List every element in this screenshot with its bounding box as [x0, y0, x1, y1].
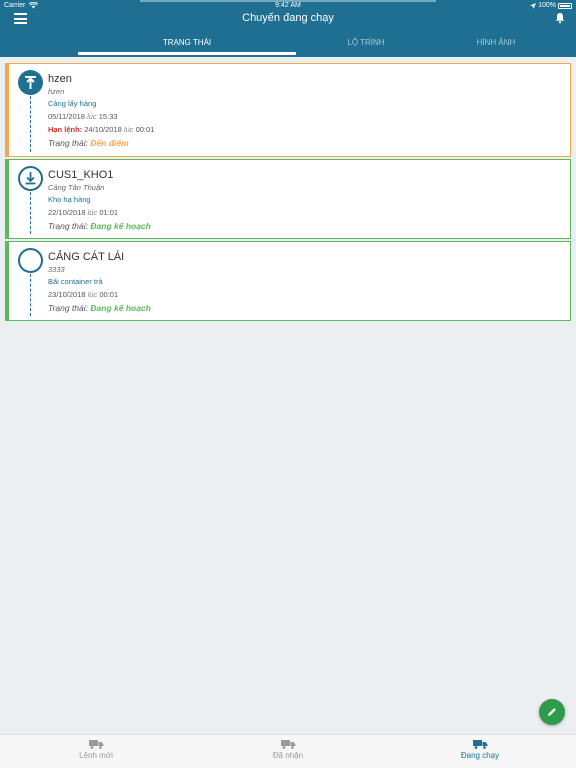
- truck-icon: [88, 740, 103, 749]
- tab-hinh-anh[interactable]: HÌNH ẢNH: [436, 32, 556, 57]
- truck-icon: [472, 740, 487, 749]
- stop-time: 15:33: [98, 112, 118, 121]
- clock: 9:42 AM: [275, 2, 301, 9]
- nav-da-nhan[interactable]: Đã nhận: [192, 735, 384, 768]
- stop-card[interactable]: hzen hzen Cảng lấy hàng 05/11/2018 lúc 1…: [5, 63, 571, 157]
- stop-name: CUS1_KHO1: [48, 169, 114, 181]
- stop-place: Kho hạ hàng: [48, 195, 91, 204]
- status-label: Trạng thái:: [48, 138, 89, 148]
- route-dashed-line: [30, 96, 31, 152]
- deadline-date: 24/10/2018: [84, 125, 122, 134]
- card-accent-bar: [5, 159, 9, 239]
- truck-icon: [280, 740, 295, 749]
- stop-place: Bãi container trả: [48, 277, 103, 286]
- edit-button[interactable]: [539, 699, 565, 725]
- stop-deadline: Hạn lệnh: 24/10/2018 lúc 00:01: [48, 125, 564, 134]
- status-value: Đang kế hoạch: [90, 221, 151, 231]
- stop-subtitle: Cảng Tân Thuận: [48, 183, 105, 192]
- status-label: Trạng thái:: [48, 221, 89, 231]
- stop-subtitle: 3333: [48, 265, 65, 274]
- card-accent-bar: [5, 241, 9, 321]
- stop-datetime: 22/10/2018 lúc 01:01: [48, 208, 564, 217]
- status-bar: Carrier 9:42 AM 100%: [0, 0, 576, 12]
- status-value: Đang kế hoạch: [90, 303, 151, 313]
- deadline-time-word: lúc: [123, 125, 134, 134]
- stop-list: hzen hzen Cảng lấy hàng 05/11/2018 lúc 1…: [0, 57, 576, 321]
- stop-time: 01:01: [99, 208, 119, 217]
- stop-time: 00:01: [99, 290, 119, 299]
- nav-label: Lệnh mới: [79, 751, 113, 760]
- bottom-nav: Lệnh mới Đã nhận Đang chạy: [0, 734, 576, 768]
- tab-lo-trinh[interactable]: LỘ TRÌNH: [296, 32, 436, 57]
- location-arrow-icon: [530, 2, 537, 9]
- battery-icon: [558, 2, 572, 9]
- stop-datetime: 23/10/2018 lúc 00:01: [48, 290, 564, 299]
- time-word: lúc: [87, 290, 98, 299]
- status-label: Trạng thái:: [48, 303, 89, 313]
- stop-status: Trạng thái: Đang kế hoạch: [48, 221, 564, 231]
- stop-date: 23/10/2018: [48, 290, 86, 299]
- stop-status: Trạng thái: Đến điểm: [48, 138, 564, 148]
- tab-trang-thai[interactable]: TRẠNG THÁI: [78, 32, 296, 57]
- nav-bar: Chuyến đang chạy: [0, 12, 576, 32]
- stop-datetime: 05/11/2018 lúc 15:33: [48, 112, 564, 121]
- battery-percent: 100%: [538, 2, 556, 9]
- nav-lenh-moi[interactable]: Lệnh mới: [0, 735, 192, 768]
- stop-name: CẢNG CÁT LÁI: [48, 251, 125, 263]
- route-dashed-line: [30, 192, 31, 234]
- bell-icon[interactable]: [554, 12, 566, 24]
- nav-dang-chay[interactable]: Đang chạy: [384, 735, 576, 768]
- route-dashed-line: [30, 274, 31, 316]
- deadline-time: 00:01: [135, 125, 155, 134]
- stop-card[interactable]: CUS1_KHO1 Cảng Tân Thuận Kho hạ hàng 22/…: [5, 159, 571, 239]
- time-word: lúc: [87, 208, 98, 217]
- app-header: Carrier 9:42 AM 100% Chuyến đang chạy TR…: [0, 0, 576, 57]
- empty-stop-icon: [18, 248, 43, 273]
- stop-name: hzen: [48, 73, 72, 85]
- stop-subtitle: hzen: [48, 87, 65, 96]
- dropoff-icon: [18, 166, 43, 191]
- stop-card[interactable]: CẢNG CÁT LÁI 3333 Bãi container trả 23/1…: [5, 241, 571, 321]
- status-value: Đến điểm: [90, 138, 129, 148]
- tab-bar: TRẠNG THÁI LỘ TRÌNH HÌNH ẢNH: [0, 32, 576, 57]
- deadline-label: Hạn lệnh:: [48, 125, 83, 134]
- stop-date: 22/10/2018: [48, 208, 86, 217]
- time-word: lúc: [87, 112, 97, 121]
- pencil-icon: [548, 708, 556, 716]
- stop-date: 05/11/2018: [48, 112, 85, 121]
- stop-status: Trạng thái: Đang kế hoạch: [48, 303, 564, 313]
- nav-label: Đã nhận: [272, 751, 304, 760]
- page-title: Chuyến đang chạy: [242, 12, 334, 24]
- card-accent-bar: [5, 63, 9, 157]
- pickup-icon: [18, 70, 43, 95]
- nav-label: Đang chạy: [460, 751, 500, 760]
- stop-place: Cảng lấy hàng: [48, 99, 97, 108]
